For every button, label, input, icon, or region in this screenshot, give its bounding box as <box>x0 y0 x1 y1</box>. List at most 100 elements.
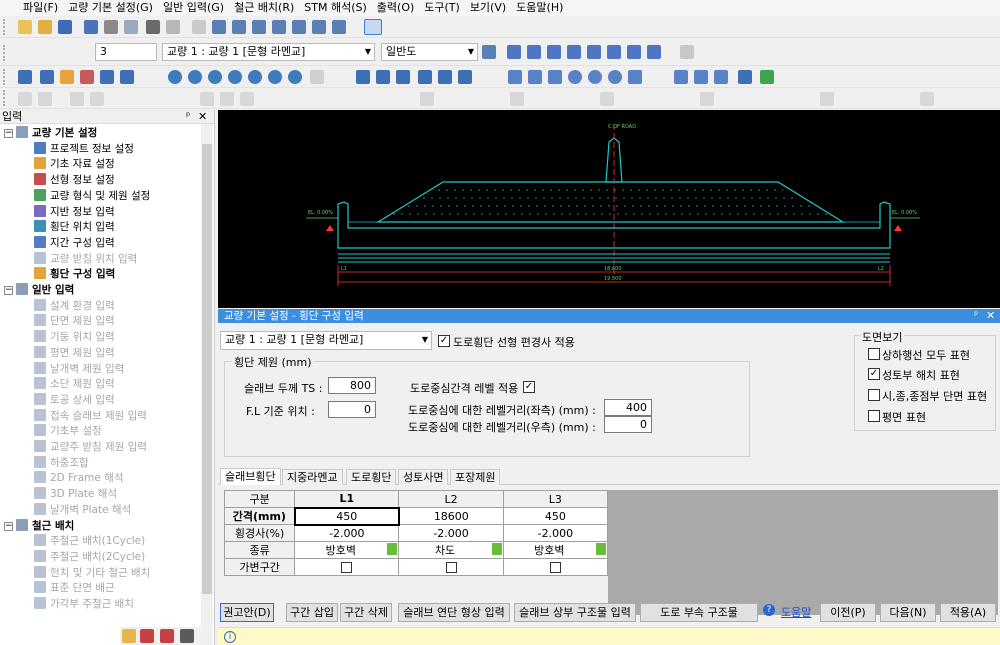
grid-header-l1[interactable]: L1 <box>294 490 400 508</box>
tree-scrollbar[interactable] <box>201 124 213 629</box>
dropdown-arrow-icon[interactable] <box>491 543 502 555</box>
help-icon[interactable]: ? <box>763 604 775 616</box>
menu-bridge-setup[interactable]: 교량 기본 설정(G) <box>63 0 158 15</box>
view-hatch-checkbox[interactable]: ✓ <box>868 368 880 380</box>
view-endpoint-section-checkbox[interactable] <box>868 389 880 401</box>
menu-stm[interactable]: STM 해석(S) <box>299 0 372 15</box>
tab-pavement[interactable]: 포장제원 <box>450 469 501 485</box>
select-icon[interactable] <box>70 92 84 106</box>
new-icon[interactable] <box>18 20 32 34</box>
last-icon[interactable] <box>627 45 641 59</box>
tree-item[interactable]: 평면 제원 입력 <box>34 345 115 361</box>
grid-icon[interactable] <box>272 20 286 34</box>
rect-icon[interactable] <box>674 70 688 84</box>
view-select[interactable]: 일반도 ▼ <box>381 43 478 61</box>
area-icon[interactable] <box>458 70 472 84</box>
grid-cell-type-l2[interactable]: 차도 <box>398 541 504 559</box>
stretch-icon[interactable] <box>700 92 714 106</box>
save-all-icon[interactable] <box>84 20 98 34</box>
grid-cell-slope-l1[interactable]: -2.000 <box>294 524 400 542</box>
tree-item[interactable]: 접속 슬래브 제원 입력 <box>34 408 147 424</box>
tree-item[interactable]: 표준 단면 배근 <box>34 581 115 596</box>
arc-icon[interactable] <box>588 70 602 84</box>
delete-section-button[interactable]: 구간 삭제 <box>340 603 392 622</box>
circle-icon[interactable] <box>568 70 582 84</box>
tree-group[interactable]: 교량 기본 설정 <box>16 126 97 141</box>
table-icon[interactable] <box>252 20 266 34</box>
paste-icon[interactable] <box>232 20 246 34</box>
tree-expand-toggle[interactable]: − <box>4 286 13 295</box>
grid-cell-type-l1[interactable]: 방호벽 <box>294 541 400 559</box>
apply-slope-checkbox[interactable]: ✓ <box>438 335 450 347</box>
grid-header-l2[interactable]: L2 <box>398 490 504 508</box>
dim-style-icon[interactable] <box>120 70 134 84</box>
slab-top-structure-button[interactable]: 슬래브 상부 구조물 입력 <box>514 603 636 622</box>
prev-icon[interactable] <box>527 45 541 59</box>
toolbar-grip[interactable] <box>3 90 6 106</box>
trim-icon[interactable] <box>714 70 728 84</box>
tree-item[interactable]: 날개벽 Plate 해석 <box>34 502 131 518</box>
grid-cell-spacing-l2[interactable]: 18600 <box>398 507 504 525</box>
tree-item[interactable]: 지간 구성 입력 <box>34 235 115 251</box>
dropdown-arrow-icon[interactable] <box>596 543 606 555</box>
tree-item[interactable]: 주철근 배치(2Cycle) <box>34 549 145 565</box>
tree-item[interactable]: 토공 상세 입력 <box>34 392 115 408</box>
toolbar-grip[interactable] <box>3 69 6 85</box>
grid-cell-spacing-l1[interactable]: 450 <box>293 506 400 526</box>
scrollbar-thumb[interactable] <box>202 144 212 594</box>
drawing-tab-icon[interactable] <box>180 629 194 643</box>
menu-help[interactable]: 도움말(H) <box>511 0 568 15</box>
offset-icon[interactable] <box>694 70 708 84</box>
tree-item[interactable]: 설계 환경 입력 <box>34 298 115 314</box>
tab-underground-rahmen[interactable]: 지중라멘교 <box>282 469 343 485</box>
close-icon[interactable]: ✕ <box>198 110 207 124</box>
move-icon[interactable] <box>90 92 104 106</box>
tree-item[interactable]: 기초 자료 설정 <box>34 157 115 172</box>
grid-cell-variable-l2[interactable] <box>398 558 504 576</box>
preview-icon[interactable] <box>166 20 180 34</box>
span-input[interactable]: 3 <box>95 43 157 61</box>
tree-group[interactable]: 일반 입력 <box>16 283 74 298</box>
tree-item[interactable]: 지반 정보 입력 <box>34 204 115 220</box>
prev-button[interactable]: 이전(P) <box>820 603 876 622</box>
view-plan-checkbox[interactable] <box>868 410 880 422</box>
polyline-icon[interactable] <box>528 70 542 84</box>
pan-icon[interactable] <box>310 70 324 84</box>
slab-edge-shape-button[interactable]: 슬래브 연단 형상 입력 <box>398 603 510 622</box>
scale-icon[interactable] <box>600 92 614 106</box>
mirror-icon[interactable] <box>420 92 434 106</box>
arrange-icon[interactable] <box>680 45 694 59</box>
next-icon[interactable] <box>607 45 621 59</box>
print-icon[interactable] <box>146 20 160 34</box>
open-icon[interactable] <box>38 20 52 34</box>
snap-icon[interactable] <box>200 92 214 106</box>
view-both-lanes-checkbox[interactable] <box>868 348 880 360</box>
tree-item[interactable]: 횡단 구성 입력 <box>34 267 115 282</box>
grid-cell-variable-l1[interactable] <box>294 558 400 576</box>
zoom-dynamic-icon[interactable] <box>188 70 202 84</box>
cut-icon[interactable] <box>192 20 206 34</box>
tree-item[interactable]: 프로젝트 정보 설정 <box>34 141 134 157</box>
fillet-icon[interactable] <box>820 92 834 106</box>
grid-cell-variable-l3[interactable] <box>502 558 609 576</box>
check-icon[interactable] <box>18 70 32 84</box>
text-icon[interactable] <box>376 70 390 84</box>
close-doc-icon[interactable] <box>104 20 118 34</box>
insert-section-button[interactable]: 구간 삽입 <box>286 603 338 622</box>
zoom-center-icon[interactable] <box>228 70 242 84</box>
level-apply-checkbox[interactable]: ✓ <box>523 381 535 393</box>
toolbar-grip[interactable] <box>3 19 6 35</box>
grid-cell-slope-l3[interactable]: -2.000 <box>502 524 609 542</box>
recommend-button[interactable]: 권고안(D) <box>220 603 274 622</box>
cross-icon[interactable] <box>548 70 562 84</box>
zoom-out-icon[interactable] <box>268 70 282 84</box>
right-distance-input[interactable]: 0 <box>604 416 652 433</box>
tree-item[interactable]: 소단 제원 입력 <box>34 377 115 392</box>
tree-item[interactable]: 횡단 위치 입력 <box>34 220 115 235</box>
print-small-icon[interactable] <box>567 45 581 59</box>
next-button[interactable]: 다음(N) <box>880 603 936 622</box>
perpendicular-icon[interactable] <box>628 70 642 84</box>
zoom-scale-icon[interactable] <box>208 70 222 84</box>
menu-rebar[interactable]: 철근 배치(R) <box>229 0 299 15</box>
menu-view[interactable]: 보기(V) <box>465 0 511 15</box>
